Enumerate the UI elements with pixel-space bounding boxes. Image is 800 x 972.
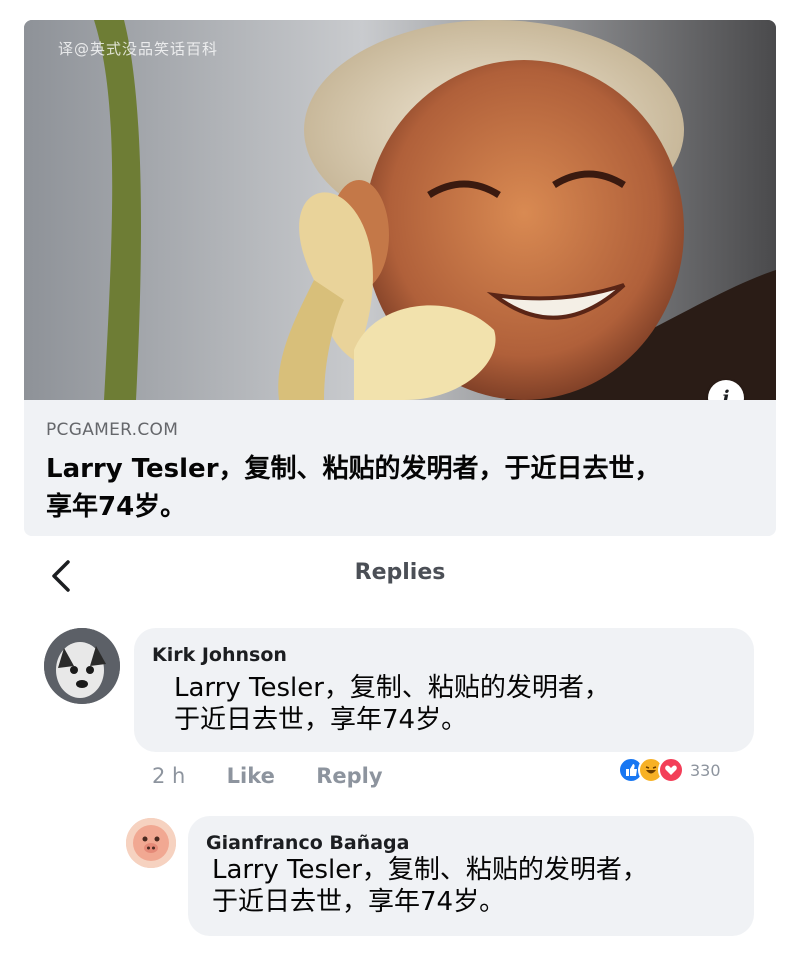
link-meta: PCGAMER.COM Larry Tesler，复制、粘贴的发明者，于近日去世…	[24, 400, 776, 536]
link-headline[interactable]: Larry Tesler，复制、粘贴的发明者，于近日去世， 享年74岁。	[46, 450, 754, 526]
avatar[interactable]	[126, 818, 176, 868]
link-preview-card[interactable]: 译@英式没品笑话百科 i PCGAMER.COM Larry Tesler，复制…	[24, 20, 776, 536]
like-button[interactable]: Like	[227, 764, 275, 788]
reactions-summary[interactable]: 330	[618, 756, 721, 784]
comment-author[interactable]: Kirk Johnson	[152, 644, 736, 666]
love-icon	[658, 757, 684, 783]
headline-line: 享年74岁。	[46, 492, 187, 522]
headline-line: Larry Tesler，复制、粘贴的发明者，于近日去世，	[46, 454, 661, 484]
comment-text: Larry Tesler，复制、粘贴的发明者， 于近日去世，享年74岁。	[174, 672, 734, 736]
comment-text-line: 于近日去世，享年74岁。	[174, 705, 468, 735]
comment-text: Larry Tesler，复制、粘贴的发明者， 于近日去世，享年74岁。	[212, 854, 752, 918]
watermark: 译@英式没品笑话百科	[58, 40, 219, 58]
comment-text-line: Larry Tesler，复制、粘贴的发明者，	[212, 855, 648, 885]
reply-button[interactable]: Reply	[316, 764, 382, 788]
comment-text-line: Larry Tesler，复制、粘贴的发明者，	[174, 673, 610, 703]
comment-bubble: Kirk Johnson Larry Tesler，复制、粘贴的发明者， 于近日…	[134, 628, 754, 752]
reaction-count: 330	[690, 760, 721, 780]
comment-text-line: 于近日去世，享年74岁。	[212, 887, 506, 917]
article-photo: 译@英式没品笑话百科	[24, 20, 776, 400]
link-domain: PCGAMER.COM	[46, 420, 179, 440]
comment-actions: 2 h Like Reply	[152, 764, 417, 788]
comment-timestamp[interactable]: 2 h	[152, 764, 185, 788]
comment-author[interactable]: Gianfranco Bañaga	[206, 832, 736, 854]
comment-bubble: Gianfranco Bañaga Larry Tesler，复制、粘贴的发明者…	[188, 816, 754, 936]
page-title: Replies	[354, 560, 446, 585]
avatar[interactable]	[44, 628, 120, 704]
